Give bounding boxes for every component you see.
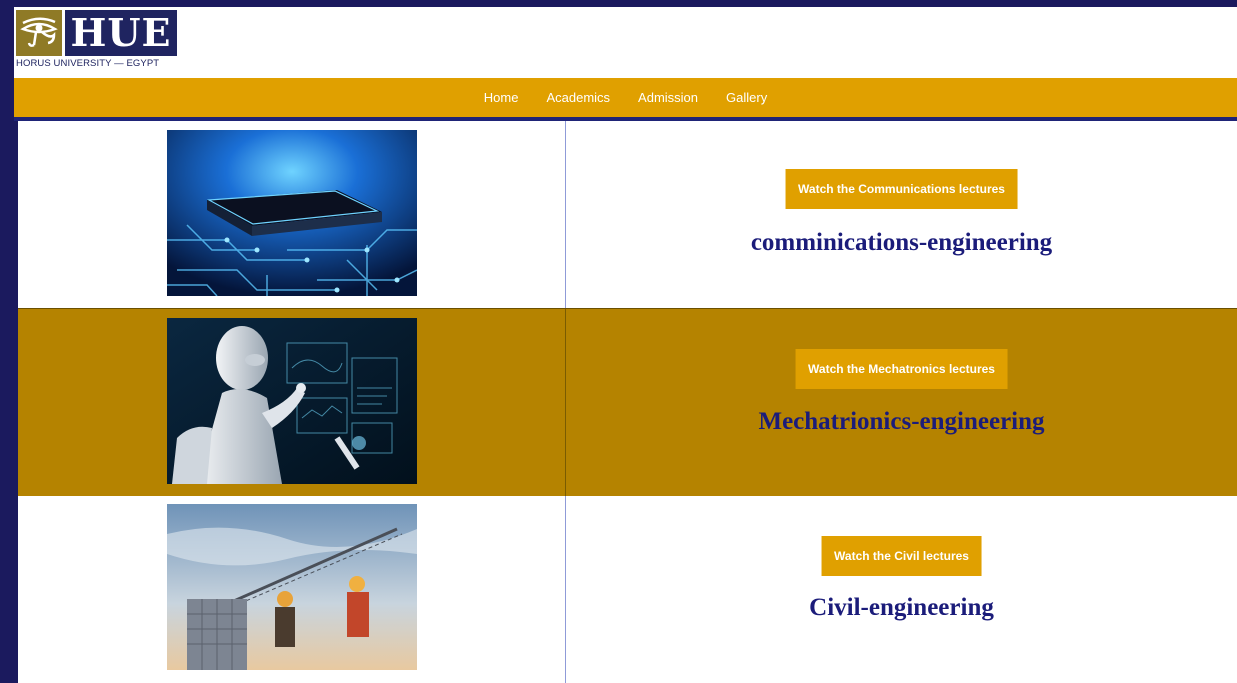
nav-admission[interactable]: Admission bbox=[638, 90, 698, 105]
department-title: Mechatrionics-engineering bbox=[758, 408, 1045, 435]
nav-academics[interactable]: Academics bbox=[546, 90, 610, 105]
department-row-mechatronics: Watch the Mechatronics lectures Mechatri… bbox=[18, 308, 1237, 497]
construction-site-image bbox=[167, 504, 417, 670]
department-image-cell bbox=[18, 121, 566, 308]
department-info-cell: Watch the Communications lectures commin… bbox=[566, 121, 1237, 308]
department-title: comminications-engineering bbox=[750, 229, 1053, 256]
department-info-cell: Watch the Mechatronics lectures Mechatri… bbox=[566, 309, 1237, 496]
department-row-civil: Watch the Civil lectures Civil-engineeri… bbox=[18, 496, 1237, 683]
eye-of-horus-icon bbox=[16, 10, 62, 56]
circuit-chip-image bbox=[167, 130, 417, 296]
header: HUE HORUS UNIVERSITY — EGYPT bbox=[14, 7, 1237, 78]
main-nav: Home Academics Admission Gallery bbox=[14, 78, 1237, 121]
nav-home[interactable]: Home bbox=[484, 90, 519, 105]
department-title: Civil-engineering bbox=[809, 594, 994, 621]
robot-image bbox=[167, 318, 417, 484]
department-row-communications: Watch the Communications lectures commin… bbox=[18, 121, 1237, 308]
department-image-cell bbox=[18, 496, 566, 683]
watch-civil-button[interactable]: Watch the Civil lectures bbox=[821, 536, 982, 576]
nav-gallery[interactable]: Gallery bbox=[726, 90, 767, 105]
hue-logo[interactable]: HUE HORUS UNIVERSITY — EGYPT bbox=[16, 10, 186, 76]
watch-mechatronics-button[interactable]: Watch the Mechatronics lectures bbox=[795, 349, 1008, 389]
watch-communications-button[interactable]: Watch the Communications lectures bbox=[785, 169, 1018, 209]
logo-subtitle: HORUS UNIVERSITY — EGYPT bbox=[16, 58, 160, 69]
department-info-cell: Watch the Civil lectures Civil-engineeri… bbox=[566, 496, 1237, 683]
logo-wordmark: HUE bbox=[65, 10, 177, 56]
department-image-cell bbox=[18, 309, 566, 496]
